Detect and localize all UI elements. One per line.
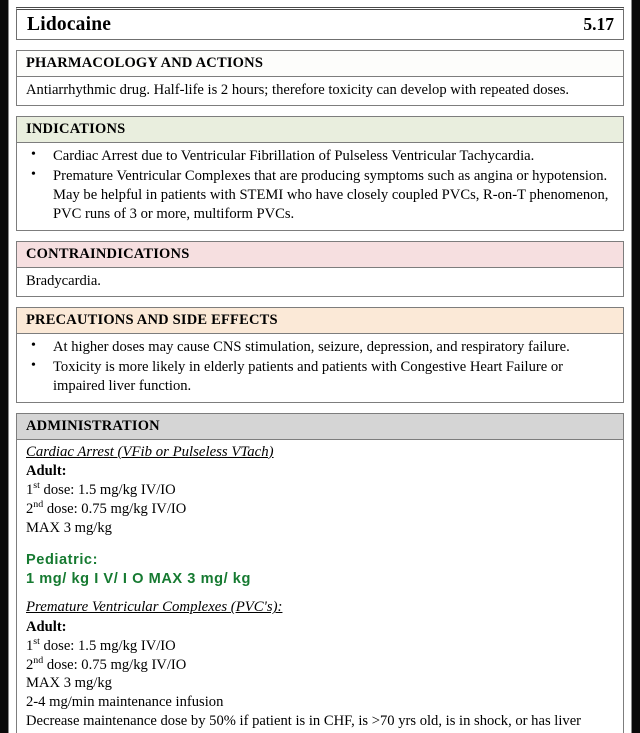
dose-text: dose: 0.75 mg/kg IV/IO [43, 500, 187, 517]
section-body-indications: Cardiac Arrest due to Ventricular Fibril… [17, 143, 623, 230]
list-item: At higher doses may cause CNS stimulatio… [17, 337, 609, 357]
admin-infusion-rate: 2-4 mg/min maintenance infusion [26, 694, 224, 711]
admin-adult-label-2: Adult: [26, 618, 67, 635]
section-body-pharmacology: Antiarrhythmic drug. Half-life is 2 hour… [26, 82, 570, 98]
section-administration: ADMINISTRATION Cardiac Arrest (VFib or P… [16, 412, 624, 733]
page-title-bar: Lidocaine 5.17 [16, 7, 624, 40]
admin-pediatric-label-1: Pediatric: [26, 551, 99, 568]
list-item: Premature Ventricular Complexes that are… [17, 166, 609, 224]
dose-ordinal-suffix: nd [33, 654, 44, 666]
section-body-contraindications: Bradycardia. [26, 272, 101, 289]
section-header-precautions: PRECAUTIONS AND SIDE EFFECTS [17, 307, 623, 334]
dose-text: dose: 1.5 mg/kg IV/IO [39, 481, 176, 498]
precautions-list: At higher doses may cause CNS stimulatio… [17, 337, 609, 396]
section-body-administration: Cardiac Arrest (VFib or Pulseless VTach)… [17, 440, 623, 733]
admin-max-dose-1: MAX 3 mg/kg [26, 519, 112, 536]
indications-list: Cardiac Arrest due to Ventricular Fibril… [17, 146, 609, 224]
list-item: Cardiac Arrest due to Ventricular Fibril… [17, 146, 609, 166]
page-number: 5.17 [583, 14, 614, 34]
section-header-contraindications: CONTRAINDICATIONS [17, 241, 623, 268]
admin-subheading-cardiac-arrest: Cardiac Arrest (VFib or Pulseless VTach) [26, 443, 274, 460]
admin-max-dose-2: MAX 3 mg/kg [26, 675, 112, 692]
dose-ordinal-suffix: st [33, 635, 40, 647]
section-body-precautions: At higher doses may cause CNS stimulatio… [17, 334, 623, 402]
admin-dose-line-2-first: 1st dose: 1.5 mg/kg IV/IO [26, 635, 614, 656]
dose-text: dose: 0.75 mg/kg IV/IO [43, 656, 187, 673]
section-header-indications: INDICATIONS [17, 116, 623, 143]
admin-subheading-pvc: Premature Ventricular Complexes (PVC's): [26, 599, 283, 616]
drug-title: Lidocaine [27, 13, 112, 35]
document-page: Lidocaine 5.17 PHARMACOLOGY AND ACTIONS … [8, 0, 632, 733]
admin-dose-line-1-first: 1st dose: 1.5 mg/kg IV/IO [26, 481, 614, 500]
decrease-note-text: Decrease maintenance dose by 50% if pati… [26, 713, 582, 733]
section-header-administration: ADMINISTRATION [17, 413, 623, 440]
dose-text: dose: 1.5 mg/kg IV/IO [39, 637, 176, 654]
section-indications: INDICATIONS Cardiac Arrest due to Ventri… [16, 115, 624, 231]
section-header-pharmacology: PHARMACOLOGY AND ACTIONS [17, 51, 623, 77]
dose-ordinal-suffix: nd [33, 499, 44, 511]
section-pharmacology: PHARMACOLOGY AND ACTIONS Antiarrhythmic … [16, 50, 624, 106]
section-contraindications: CONTRAINDICATIONS Bradycardia. [16, 240, 624, 297]
dose-ordinal-suffix: st [33, 480, 40, 492]
admin-pediatric-dose-1: 1 mg/ kg I V/ I O MAX 3 mg/ kg [26, 571, 251, 588]
admin-adult-label-1: Adult: [26, 462, 67, 479]
section-precautions: PRECAUTIONS AND SIDE EFFECTS At higher d… [16, 306, 624, 403]
list-item: Toxicity is more likely in elderly patie… [17, 357, 609, 396]
admin-dose-line-1-second: 2nd dose: 0.75 mg/kg IV/IO [26, 500, 614, 519]
admin-decrease-note: Decrease maintenance dose by 50% if pati… [26, 712, 614, 733]
admin-dose-line-2-second: 2nd dose: 0.75 mg/kg IV/IO [26, 654, 614, 675]
